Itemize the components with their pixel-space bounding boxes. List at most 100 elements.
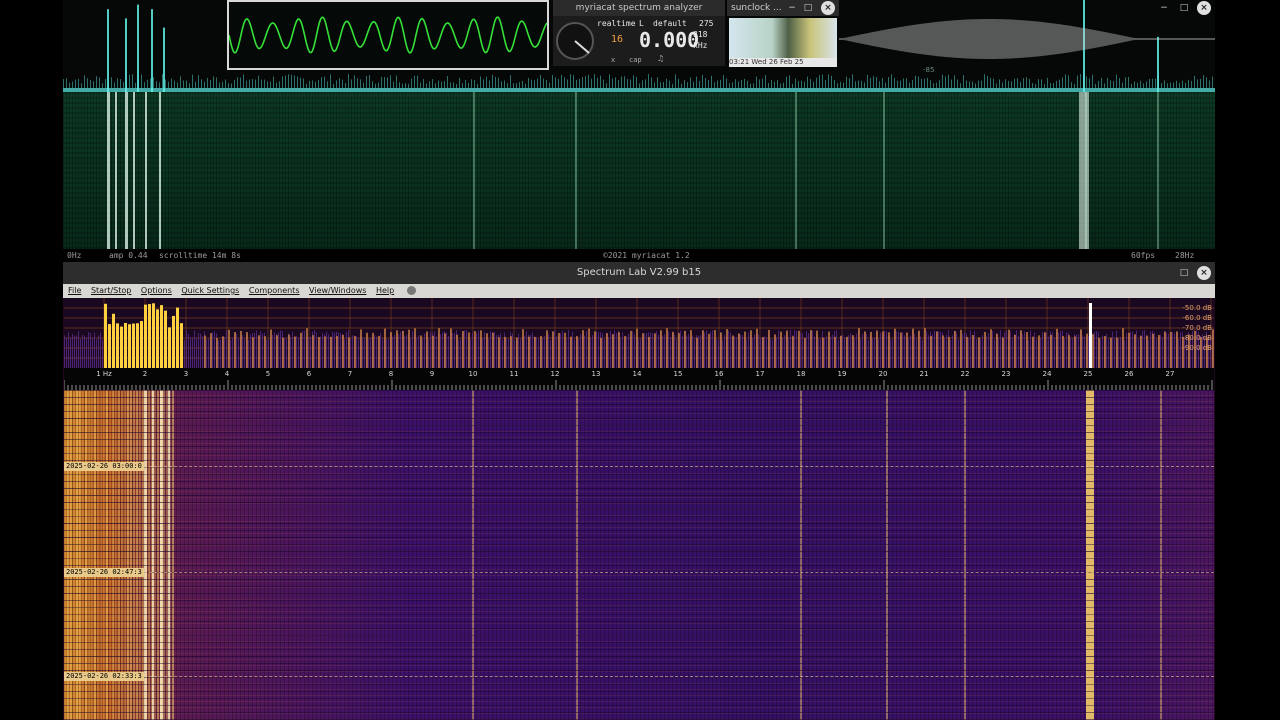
spectrum-noise — [1062, 77, 1063, 88]
sunclock-minimize-icon[interactable]: − — [785, 1, 799, 15]
menu-quick-settings[interactable]: Quick Settings — [181, 284, 239, 298]
sunclock-maximize-icon[interactable]: □ — [801, 1, 815, 15]
meter-counter: 275 — [699, 19, 714, 28]
spectrum-bar — [186, 330, 187, 368]
spectrum-noise — [1206, 77, 1207, 88]
spectrum-bar — [274, 332, 275, 368]
waterfall-row-shade — [64, 593, 1214, 594]
spectrum-bar — [320, 336, 321, 368]
spectrum-noise — [645, 79, 646, 88]
spectrum-noise — [774, 81, 775, 88]
frequency-tick-label: 20 — [879, 370, 888, 378]
spectrum-noise — [471, 79, 472, 88]
spectrum-noise — [1203, 75, 1204, 88]
spectrum-bar — [706, 330, 707, 368]
frequency-tick-label: 23 — [1002, 370, 1011, 378]
myriacat-maximize-icon[interactable]: □ — [1177, 1, 1191, 15]
music-note-icon[interactable]: ♫ — [657, 54, 664, 63]
spectrum-bar — [248, 339, 249, 368]
spectrum-noise — [525, 83, 526, 88]
frequency-tick-label: 9 — [430, 370, 434, 378]
spectrum-bar-hot — [128, 324, 131, 368]
spectrum-bar — [326, 331, 327, 368]
spectrum-bar — [538, 338, 539, 368]
spectrum-bar — [492, 332, 494, 368]
myriacat-minimize-icon[interactable]: − — [1157, 1, 1171, 15]
spectrum-bar — [226, 330, 227, 368]
spectrumlab-maximize-icon[interactable]: □ — [1177, 266, 1191, 280]
spectrum-noise — [135, 82, 136, 88]
spectrum-noise — [1173, 82, 1174, 88]
spectrum-noise — [1194, 75, 1195, 88]
spectrum-noise — [441, 81, 442, 88]
spectrum-bar-hot — [108, 324, 111, 368]
waterfall-signal-line — [473, 92, 475, 249]
spectrum-bar — [878, 338, 879, 368]
menu-view-windows[interactable]: View/Windows — [309, 284, 366, 298]
spectrum-noise — [1179, 82, 1180, 88]
spectrum-bar — [748, 332, 749, 368]
spectrum-bar — [1124, 339, 1125, 368]
status-amp: amp 0.44 — [109, 251, 148, 260]
spectrum-bar — [836, 330, 837, 368]
spectrum-noise — [405, 83, 406, 88]
spectrum-bar — [964, 332, 965, 368]
timestamp-label: 2025-02-26 03:00:0 — [64, 462, 144, 471]
myriacat-close-icon[interactable]: × — [1197, 1, 1211, 15]
spectrum-bar — [288, 334, 290, 368]
spectrum-bar — [556, 336, 557, 368]
frequency-tick-label: 7 — [348, 370, 352, 378]
meter-x-button[interactable]: x — [611, 56, 615, 64]
spectrum-bar — [208, 338, 209, 368]
spectrum-bar — [360, 329, 362, 368]
menu-options[interactable]: Options — [141, 284, 172, 298]
capture-button[interactable]: cap — [629, 56, 642, 64]
spectrum-noise — [720, 79, 721, 88]
spectrum-bar — [868, 339, 869, 368]
waterfall-row-shade — [64, 544, 1214, 545]
spectrum-noise — [1125, 77, 1126, 88]
db-label: -60.0 dB — [1182, 314, 1212, 322]
spectrum-bar — [894, 328, 896, 368]
spectrum-bar — [736, 337, 737, 368]
spectrum-bar — [200, 333, 201, 368]
spectrum-noise — [708, 80, 709, 88]
spectrum-noise — [93, 81, 94, 88]
spectrum-bar — [196, 337, 197, 368]
spectrum-noise — [177, 82, 178, 88]
spectrum-bar — [562, 331, 563, 368]
spectrum-noise — [1053, 83, 1054, 88]
spectrum-bar — [840, 335, 842, 368]
spectrum-bar — [1020, 330, 1022, 368]
spectrum-noise — [357, 78, 358, 88]
spectrumlab-title: Spectrum Lab V2.99 b15 — [576, 267, 702, 278]
menu-start-stop[interactable]: Start/Stop — [91, 284, 131, 298]
menu-help[interactable]: Help — [376, 284, 394, 298]
menu-components[interactable]: Components — [249, 284, 300, 298]
spectrum-noise — [111, 77, 112, 88]
spectrum-noise — [453, 82, 454, 88]
spectrum-bar — [892, 338, 893, 368]
spectrum-noise — [567, 79, 568, 88]
spectrum-noise — [162, 74, 163, 88]
spectrum-bar — [970, 330, 971, 368]
sunclock-close-icon[interactable]: × — [821, 1, 835, 15]
spectrum-noise — [297, 76, 298, 88]
spectrum-bar — [264, 336, 266, 368]
spectrum-noise — [279, 81, 280, 88]
spectrum-bar — [344, 339, 345, 368]
spectrum-bar — [940, 331, 941, 368]
status-indicator-icon[interactable] — [406, 286, 416, 295]
spectrum-bar — [1036, 338, 1037, 368]
waterfall-row-shade — [64, 586, 1214, 587]
spectrum-bar — [566, 338, 567, 368]
frequency-tick-label: 25 — [1084, 370, 1093, 378]
spectrum-noise — [1080, 74, 1081, 88]
menu-file[interactable]: File — [68, 284, 81, 298]
spectrum-noise — [198, 75, 199, 88]
spectrumlab-close-icon[interactable]: × — [1197, 266, 1211, 280]
spectrum-bar — [240, 330, 242, 368]
spectrum-bar — [1082, 335, 1083, 368]
spectrum-bar — [630, 330, 632, 368]
spectrum-bar — [86, 337, 87, 368]
